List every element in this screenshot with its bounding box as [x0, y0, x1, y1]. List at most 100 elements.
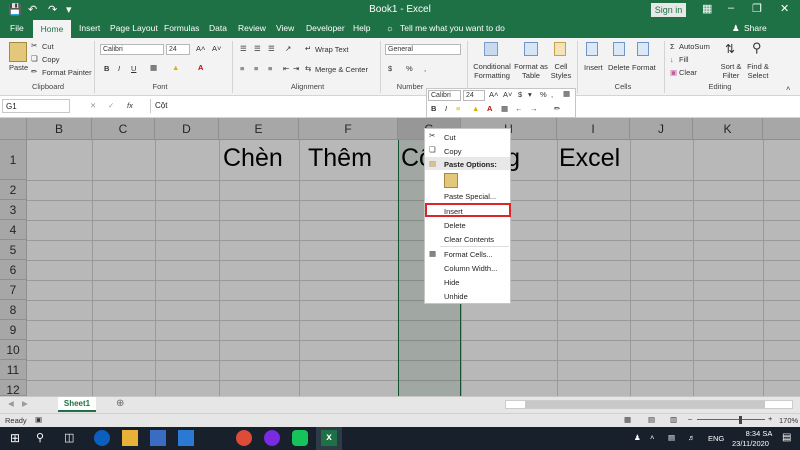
format-as-table-icon[interactable] — [524, 42, 538, 56]
app-icon[interactable] — [264, 430, 280, 446]
zoom-level[interactable]: 170% — [779, 416, 798, 425]
italic-icon[interactable]: I — [118, 64, 120, 73]
store-icon[interactable] — [150, 430, 166, 446]
conditional-formatting-icon[interactable] — [484, 42, 498, 56]
comma-icon[interactable]: , — [424, 64, 426, 73]
orientation-icon[interactable]: ↗ — [285, 44, 291, 53]
decrease-indent-icon[interactable]: ⇤ — [283, 64, 289, 73]
mini-italic-icon[interactable]: I — [445, 104, 447, 113]
share-icon[interactable]: ♟ — [732, 23, 740, 34]
search-icon[interactable]: ⚲ — [36, 431, 44, 444]
brush-icon[interactable]: ✏ — [31, 67, 37, 76]
align-center-icon[interactable]: ≡ — [254, 64, 258, 73]
line-app-icon[interactable] — [292, 430, 308, 446]
mini-font-color-icon[interactable]: A — [487, 104, 492, 113]
cancel-icon[interactable]: ✕ — [90, 101, 96, 110]
task-view-icon[interactable]: ◫ — [64, 431, 74, 444]
mini-currency-icon[interactable]: $ — [518, 90, 522, 99]
insert-cells-icon[interactable] — [586, 42, 598, 56]
borders-icon[interactable]: ▦ — [150, 63, 157, 72]
tab-formulas[interactable]: Formulas — [164, 23, 199, 33]
volume-icon[interactable]: ♬ — [688, 433, 696, 442]
merge-icon[interactable]: ⇆ — [305, 64, 311, 73]
scroll-right-icon[interactable]: ▶ — [22, 399, 28, 408]
percent-icon[interactable]: % — [406, 64, 413, 73]
edge-icon[interactable] — [94, 430, 110, 446]
underline-icon[interactable]: U — [131, 64, 136, 73]
tray-chevron-icon[interactable]: ˄ — [650, 433, 654, 442]
copy-button[interactable]: Copy — [42, 55, 60, 64]
fill-down-icon[interactable]: ↓ — [670, 55, 674, 64]
page-layout-view-icon[interactable]: ▤ — [648, 415, 655, 424]
maximize-icon[interactable]: ❐ — [752, 2, 762, 15]
font-name-combo[interactable]: Calibri — [100, 44, 164, 55]
mini-percent-icon[interactable]: % — [540, 90, 547, 99]
conditional-formatting-button[interactable]: Conditional Formatting — [472, 62, 512, 80]
align-top-icon[interactable]: ☰ — [240, 44, 247, 53]
tab-help[interactable]: Help — [353, 23, 370, 33]
mini-comma-icon[interactable]: , — [551, 90, 553, 99]
paste-clipboard-icon[interactable] — [444, 173, 458, 188]
menu-delete[interactable]: Delete — [444, 221, 466, 230]
tell-me-box[interactable]: Tell me what you want to do — [400, 23, 505, 33]
find-select-button[interactable]: Find & Select — [744, 62, 772, 80]
menu-column-width[interactable]: Column Width... — [444, 264, 497, 273]
sort-filter-icon[interactable]: ⇅ — [725, 42, 735, 56]
clear-button[interactable]: Clear — [679, 68, 697, 77]
menu-copy[interactable]: Copy — [444, 147, 462, 156]
chrome-icon[interactable] — [236, 430, 252, 446]
tab-data[interactable]: Data — [209, 23, 227, 33]
delete-cells-icon[interactable] — [613, 42, 625, 56]
mini-format-painter-icon[interactable]: ✏ — [554, 104, 560, 113]
insert-function-icon[interactable]: fx — [127, 101, 133, 110]
minimize-icon[interactable]: – — [728, 2, 734, 14]
windows-start-icon[interactable]: ⊞ — [10, 431, 20, 445]
name-box[interactable]: G1 — [2, 99, 70, 113]
tab-review[interactable]: Review — [238, 23, 266, 33]
tab-insert[interactable]: Insert — [79, 23, 100, 33]
sort-filter-button[interactable]: Sort & Filter — [718, 62, 744, 80]
mini-decrease-decimal-icon[interactable]: ← — [515, 104, 523, 113]
excel-taskbar-icon[interactable]: x — [321, 430, 337, 446]
ribbon-display-icon[interactable]: ▦ — [702, 2, 712, 15]
bold-icon[interactable]: B — [104, 64, 109, 73]
sigma-icon[interactable]: Σ — [670, 42, 675, 51]
sign-in-button[interactable]: Sign in — [651, 3, 686, 17]
clock-time[interactable]: 8:34 SA — [741, 429, 777, 438]
mini-fill-color-icon[interactable]: ▲ — [472, 104, 479, 113]
cell-styles-button[interactable]: Cell Styles — [548, 62, 574, 80]
number-format-combo[interactable]: General — [385, 44, 461, 55]
zoom-in-icon[interactable]: + — [768, 414, 772, 423]
paste-button[interactable]: Paste — [9, 63, 28, 72]
mail-icon[interactable] — [178, 430, 194, 446]
format-as-table-button[interactable]: Format as Table — [513, 62, 549, 80]
copy-icon[interactable]: ❏ — [31, 54, 38, 63]
menu-cut[interactable]: Cut — [444, 133, 456, 142]
menu-hide[interactable]: Hide — [444, 278, 459, 287]
align-left-icon[interactable]: ≡ — [240, 64, 244, 73]
format-cells-icon[interactable] — [637, 42, 649, 56]
language-indicator[interactable]: ENG — [708, 434, 724, 443]
scrollbar-thumb[interactable] — [525, 401, 765, 408]
mini-size-combo[interactable]: 24 — [463, 90, 485, 101]
tab-view[interactable]: View — [276, 23, 294, 33]
mini-increase-decimal-icon[interactable]: → — [530, 104, 538, 113]
currency-icon[interactable]: $ — [388, 64, 392, 73]
scissors-icon[interactable]: ✂ — [31, 41, 37, 50]
wrap-text-icon[interactable]: ↵ — [305, 44, 311, 53]
sheet-tab[interactable]: Sheet1 — [58, 397, 96, 412]
decrease-font-icon[interactable]: A˅ — [212, 44, 221, 53]
format-painter-button[interactable]: Format Painter — [42, 68, 92, 77]
network-icon[interactable]: ▤ — [668, 433, 675, 442]
menu-unhide[interactable]: Unhide — [444, 292, 468, 301]
zoom-slider-thumb[interactable] — [739, 416, 742, 424]
delete-button[interactable]: Delete — [608, 63, 630, 72]
paste-icon[interactable] — [9, 42, 27, 62]
enter-icon[interactable]: ✓ — [108, 101, 114, 110]
align-bottom-icon[interactable]: ☰ — [268, 44, 275, 53]
normal-view-icon[interactable]: ▦ — [624, 415, 631, 424]
menu-format-cells[interactable]: Format Cells... — [444, 250, 493, 259]
menu-clear-contents[interactable]: Clear Contents — [444, 235, 494, 244]
mini-increase-font-icon[interactable]: A˄ — [489, 90, 498, 99]
align-right-icon[interactable]: ≡ — [268, 64, 272, 73]
